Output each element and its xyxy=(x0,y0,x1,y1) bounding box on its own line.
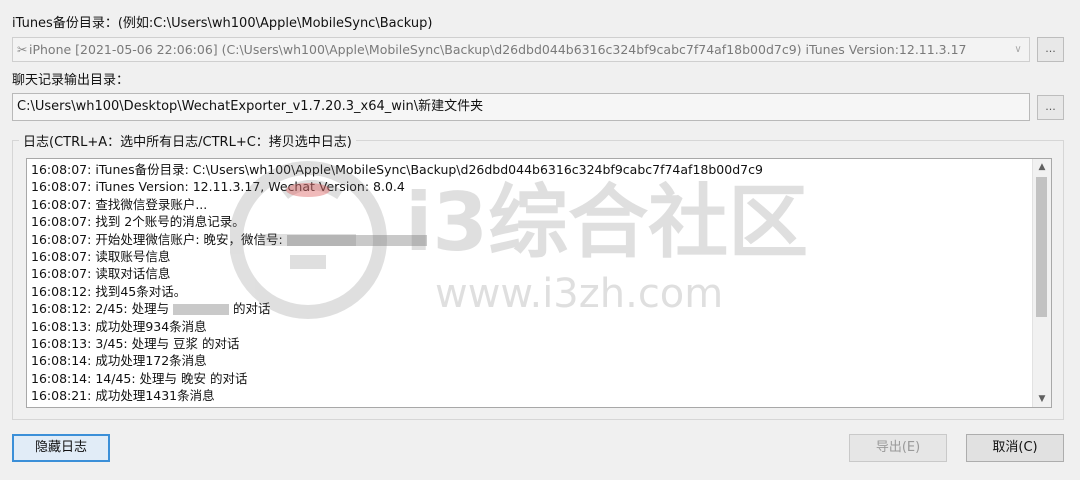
log-line: 16:08:13: 3/45: 处理与 豆浆 的对话 xyxy=(31,335,1031,352)
log-line: 16:08:07: 读取对话信息 xyxy=(31,265,1031,282)
itunes-backup-label: iTunes备份目录：(例如:C:\Users\wh100\Apple\Mobi… xyxy=(12,16,433,31)
log-lines: 16:08:07: iTunes备份目录: C:\Users\wh100\App… xyxy=(31,161,1031,405)
redacted-wechat-id xyxy=(286,234,427,246)
hide-log-button[interactable]: 隐藏日志 xyxy=(12,434,110,462)
log-line: 16:08:07: 开始处理微信账户: 晚安，微信号: xyxy=(31,231,1031,248)
log-line: 16:08:07: 读取账号信息 xyxy=(31,248,1031,265)
log-line: 16:08:07: 找到 2个账号的消息记录。 xyxy=(31,213,1031,230)
log-listbox[interactable]: 16:08:07: iTunes备份目录: C:\Users\wh100\App… xyxy=(26,158,1052,408)
log-line-suffix: 的对话 xyxy=(229,301,271,317)
log-line-text: 16:08:21: 成功处理1431条消息 xyxy=(31,388,215,404)
redacted-name xyxy=(173,304,230,316)
export-button[interactable]: 导出(E) xyxy=(849,434,947,462)
cancel-button[interactable]: 取消(C) xyxy=(966,434,1064,462)
log-line: 16:08:14: 14/45: 处理与 晚安 的对话 xyxy=(31,370,1031,387)
log-line-text: 16:08:07: 查找微信登录账户... xyxy=(31,196,208,212)
log-line: 16:08:12: 找到45条对话。 xyxy=(31,283,1031,300)
log-line-text: 16:08:07: iTunes Version: 12.11.3.17, We… xyxy=(31,179,405,195)
itunes-backup-selected-value: iPhone [2021-05-06 22:06:06] (C:\Users\w… xyxy=(29,42,967,57)
log-line-text: 16:08:07: 读取账号信息 xyxy=(31,249,171,265)
log-line-text: 16:08:14: 14/45: 处理与 晚安 的对话 xyxy=(31,370,248,386)
log-line: 16:08:21: 成功处理1431条消息 xyxy=(31,387,1031,404)
chevron-down-icon[interactable]: ∨ xyxy=(1011,38,1025,61)
log-line: 16:08:07: 查找微信登录账户... xyxy=(31,196,1031,213)
log-line-text: 16:08:13: 3/45: 处理与 豆浆 的对话 xyxy=(31,336,240,352)
log-line-text: 16:08:07: 开始处理微信账户: 晚安，微信号: xyxy=(31,231,287,247)
scroll-thumb[interactable] xyxy=(1036,177,1047,317)
output-browse-button[interactable]: ... xyxy=(1037,95,1064,120)
log-line-text: 16:08:12: 2/45: 处理与 xyxy=(31,301,174,317)
log-line-text: 16:08:07: iTunes备份目录: C:\Users\wh100\App… xyxy=(31,162,763,177)
itunes-browse-button[interactable]: ... xyxy=(1037,37,1064,62)
output-dir-label: 聊天记录输出目录： xyxy=(12,73,130,88)
log-line: 16:08:07: iTunes Version: 12.11.3.17, We… xyxy=(31,178,1031,195)
scroll-down-arrow-icon[interactable]: ▼ xyxy=(1033,391,1051,407)
itunes-backup-select[interactable]: ✂ iPhone [2021-05-06 22:06:06] (C:\Users\… xyxy=(12,37,1030,62)
log-line-text: 16:08:07: 找到 2个账号的消息记录。 xyxy=(31,214,245,230)
log-line: 16:08:12: 2/45: 处理与 的对话 xyxy=(31,300,1031,317)
log-line: 16:08:13: 成功处理934条消息 xyxy=(31,318,1031,335)
log-line: 16:08:07: iTunes备份目录: C:\Users\wh100\App… xyxy=(31,161,1031,178)
log-line-text: 16:08:13: 成功处理934条消息 xyxy=(31,318,207,334)
log-line-text: 16:08:07: 读取对话信息 xyxy=(31,266,171,282)
exporter-window: iTunes备份目录：(例如:C:\Users\wh100\Apple\Mobi… xyxy=(0,0,1080,480)
log-line: 16:08:14: 成功处理172条消息 xyxy=(31,352,1031,369)
log-groupbox-title: 日志(CTRL+A：选中所有日志/CTRL+C：拷贝选中日志) xyxy=(19,131,356,150)
log-line-text: 16:08:12: 找到45条对话。 xyxy=(31,283,187,299)
scroll-up-arrow-icon[interactable]: ▲ xyxy=(1033,159,1051,175)
phone-icon: ✂ xyxy=(17,42,28,57)
output-dir-input[interactable]: C:\Users\wh100\Desktop\WechatExporter_v1… xyxy=(12,93,1030,121)
log-scrollbar[interactable]: ▲ ▼ xyxy=(1032,159,1051,407)
log-line-text: 16:08:14: 成功处理172条消息 xyxy=(31,353,207,369)
